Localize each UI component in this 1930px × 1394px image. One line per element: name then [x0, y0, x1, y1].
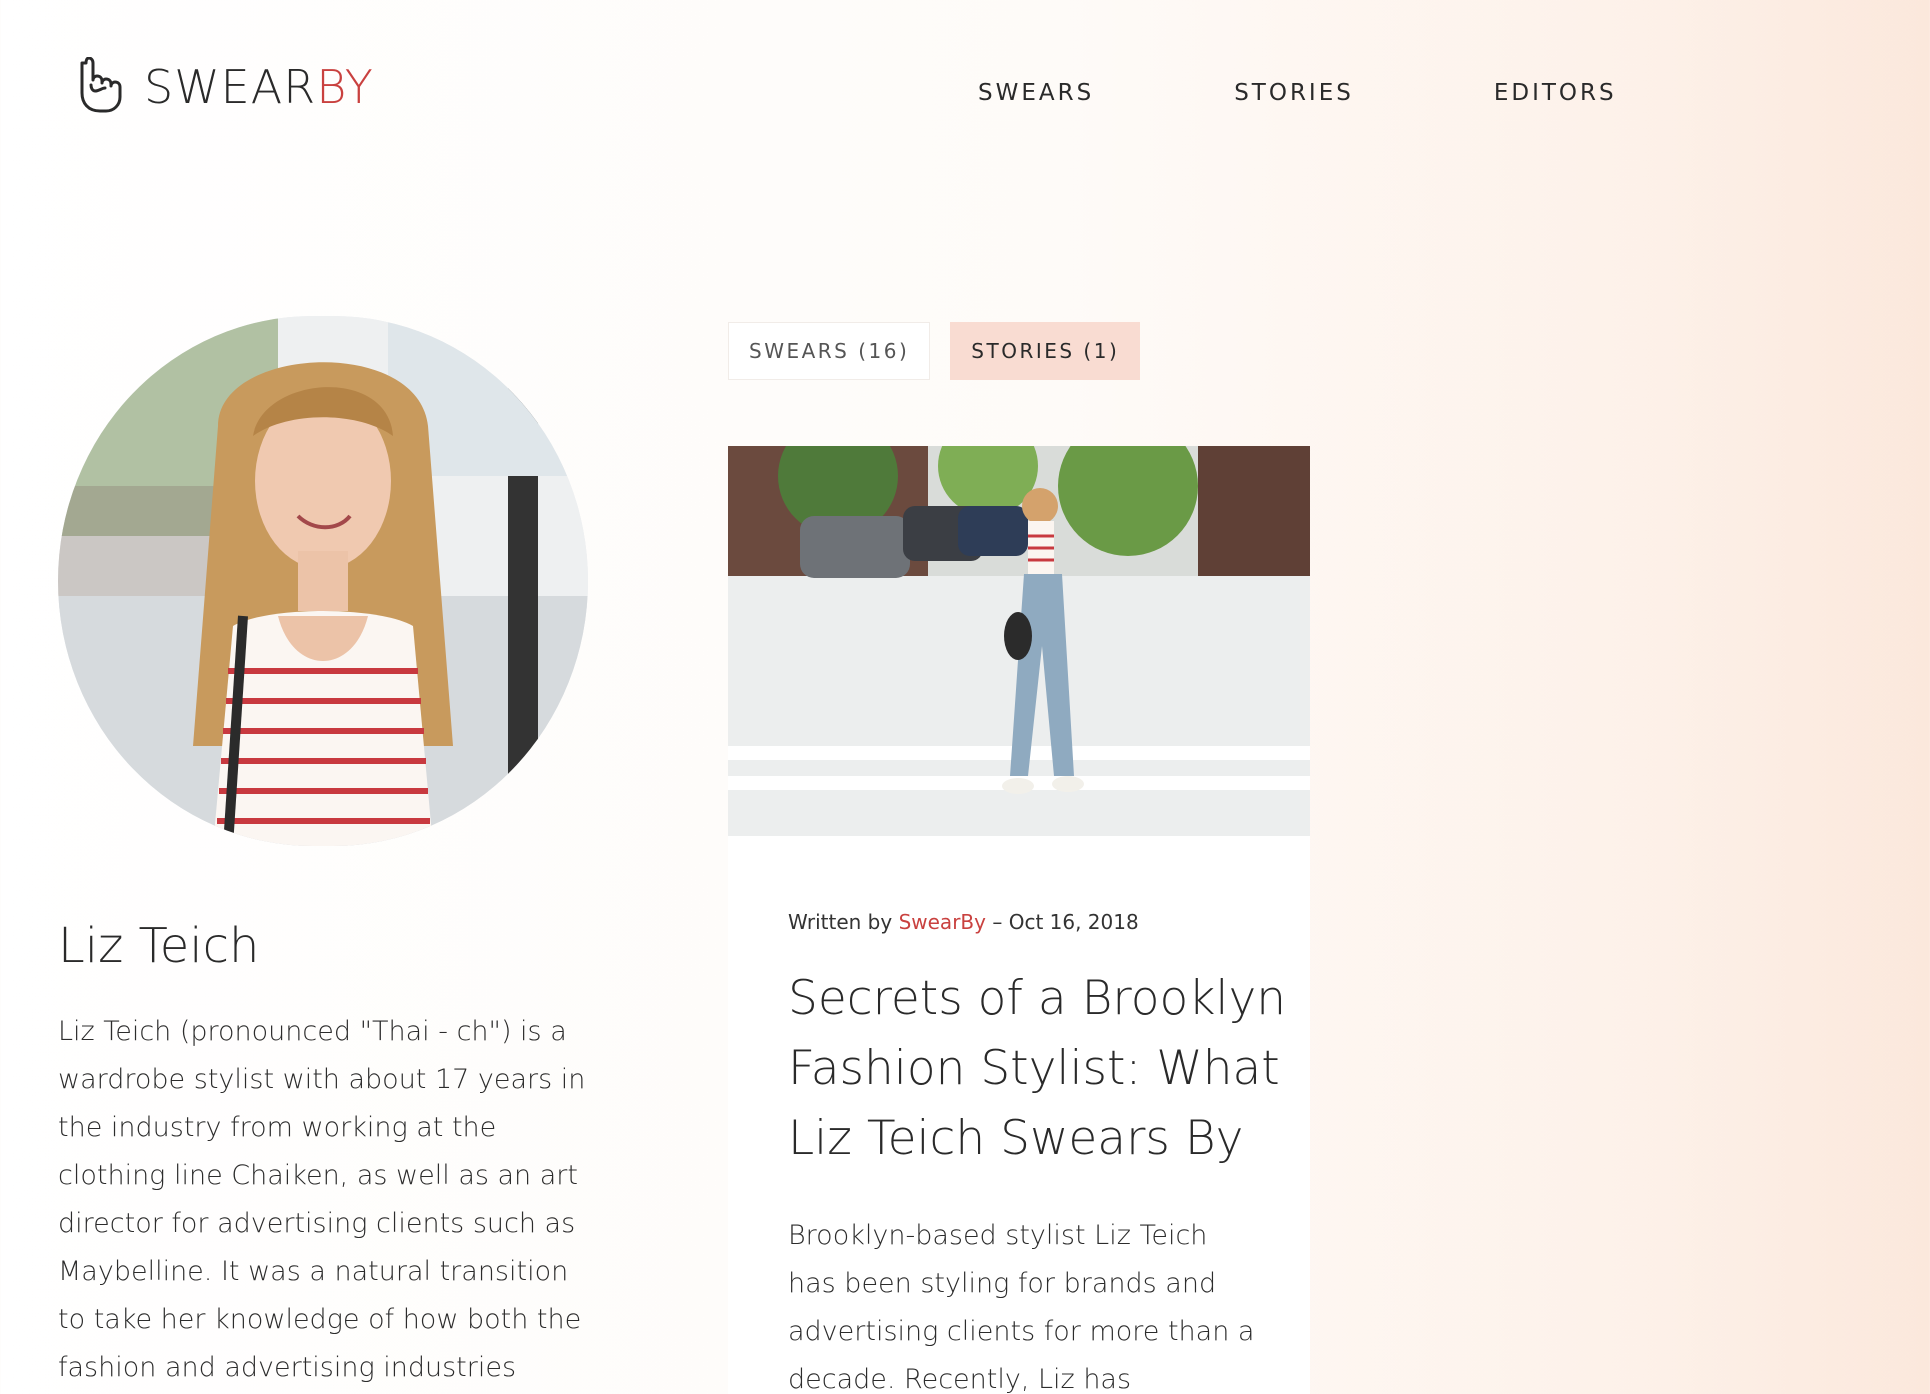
- story-image-illustration: [728, 446, 1310, 836]
- date-separator: –: [992, 910, 1003, 934]
- story-author-link[interactable]: SwearBy: [899, 910, 986, 934]
- brand-name-main: SWEAR: [144, 60, 317, 114]
- story-title[interactable]: Secrets of a Brooklyn Fashion Stylist: W…: [788, 964, 1288, 1174]
- main-nav: SWEARS STORIES EDITORS: [978, 80, 1617, 106]
- brand-name: SWEARBY: [144, 60, 374, 114]
- brand-name-accent: BY: [316, 60, 374, 114]
- nav-editors[interactable]: EDITORS: [1494, 80, 1617, 106]
- profile-photo-illustration: [58, 316, 588, 846]
- profile-tabs: SWEARS (16) STORIES (1): [728, 322, 1160, 380]
- tab-swears[interactable]: SWEARS (16): [728, 322, 931, 380]
- story-date: Oct 16, 2018: [1008, 910, 1139, 934]
- nav-stories[interactable]: STORIES: [1234, 80, 1354, 106]
- story-image[interactable]: [728, 446, 1310, 836]
- hand-icon: [80, 57, 122, 113]
- story-excerpt: Brooklyn-based stylist Liz Teich has bee…: [788, 1220, 1255, 1394]
- tab-stories[interactable]: STORIES (1): [950, 322, 1141, 380]
- site-header: SWEARBY SWEARS STORIES EDITORS: [0, 0, 1930, 190]
- profile-name: Liz Teich: [58, 918, 260, 974]
- nav-swears[interactable]: SWEARS: [978, 80, 1094, 106]
- story-card[interactable]: Written by SwearBy – Oct 16, 2018 Secret…: [728, 446, 1310, 1394]
- profile-photo: [58, 316, 588, 846]
- site-logo[interactable]: SWEARBY: [74, 56, 374, 118]
- story-meta: Written by SwearBy – Oct 16, 2018: [788, 910, 1139, 934]
- written-by-label: Written by: [788, 910, 893, 934]
- profile-bio: Liz Teich (pronounced "Thai - ch") is a …: [58, 1016, 586, 1383]
